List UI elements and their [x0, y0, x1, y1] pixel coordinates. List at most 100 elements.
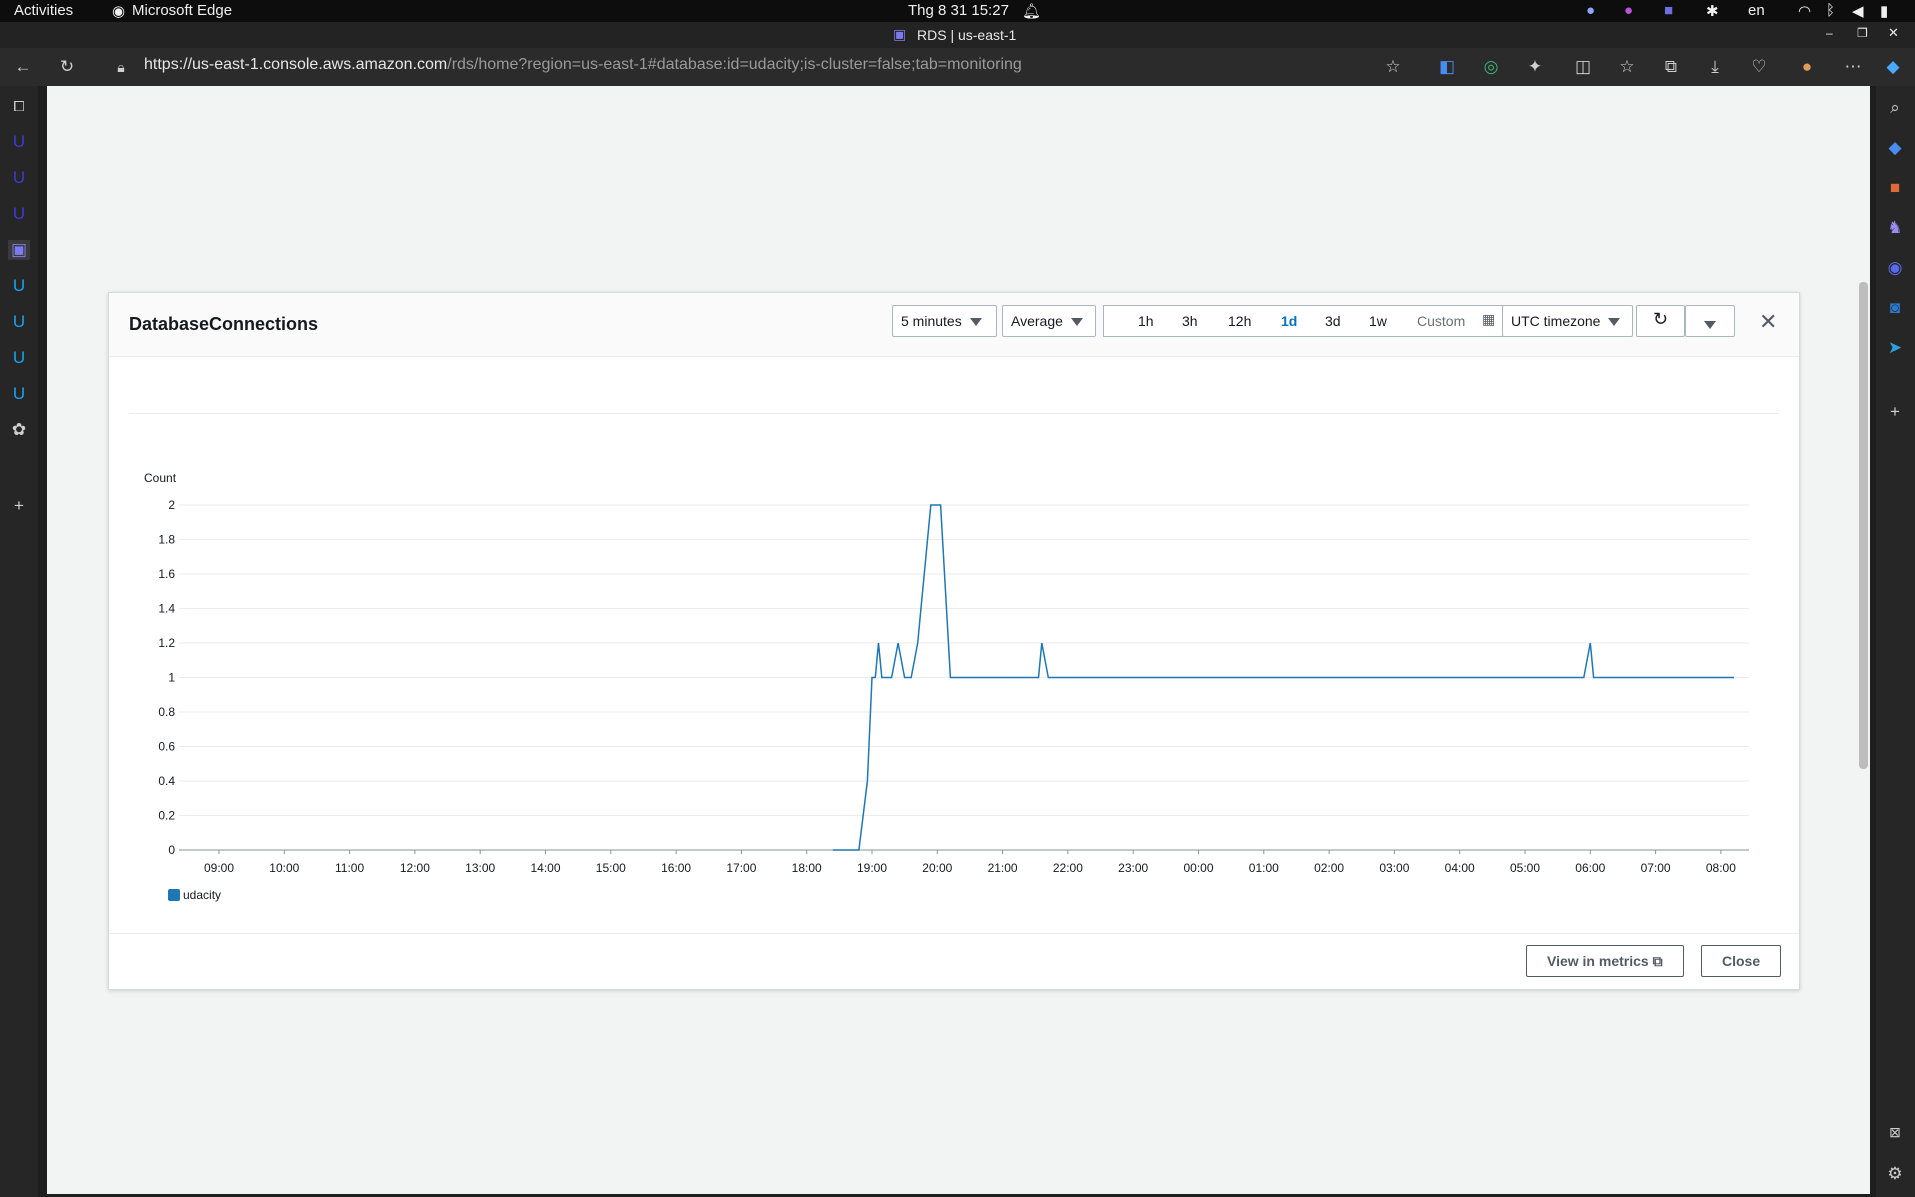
lock-icon[interactable]: 🔒︎ [110, 57, 132, 77]
address-bar-input[interactable]: https://us-east-1.console.aws.amazon.com… [144, 56, 1022, 74]
extension-icon[interactable]: ◎ [1480, 57, 1502, 77]
minimize-icon[interactable]: – [1826, 26, 1833, 40]
os-top-bar: Activities ◉ Microsoft Edge Thg 8 31 15:… [0, 0, 1915, 22]
url-path: /rds/home?region=us-east-1#database:id=u… [447, 56, 1022, 73]
add-sidebar-app-icon[interactable]: + [1884, 402, 1906, 422]
view-in-metrics-button[interactable]: View in metrics ⧉ [1526, 945, 1684, 977]
y-tick-label: 1.6 [158, 567, 175, 581]
y-tick-label: 0.8 [158, 705, 175, 719]
tools-icon[interactable]: ■ [1884, 178, 1906, 198]
x-tick-label: 21:00 [988, 861, 1018, 875]
url-host: https://us-east-1.console.aws.amazon.com [144, 56, 448, 73]
modal-footer-divider [109, 933, 1799, 934]
window-close-icon[interactable]: ✕ [1888, 25, 1899, 41]
battery-icon[interactable]: ▮ [1880, 2, 1888, 20]
tab-udacity-icon[interactable]: U [8, 204, 30, 224]
x-tick-label: 04:00 [1445, 861, 1475, 875]
x-tick-label: 05:00 [1510, 861, 1540, 875]
split-screen-icon[interactable]: ◫ [1572, 57, 1594, 77]
app-name: Microsoft Edge [132, 2, 233, 19]
rds-favicon-icon: ▣ [893, 26, 907, 42]
send-icon[interactable]: ➤ [1884, 338, 1906, 358]
x-tick-label: 03:00 [1379, 861, 1409, 875]
y-tick-label: 0.2 [158, 809, 175, 823]
tab-udacity-icon[interactable]: U [8, 132, 30, 152]
tab-udacity-icon[interactable]: U [8, 348, 30, 368]
y-tick-label: 0.6 [158, 740, 175, 754]
browser-essentials-icon[interactable]: ♡ [1748, 57, 1770, 77]
bell-icon: 🔔︎ [1022, 3, 1042, 20]
x-tick-label: 15:00 [596, 861, 626, 875]
slack-tray-icon[interactable]: ✱ [1706, 2, 1719, 20]
language-indicator[interactable]: en [1748, 2, 1765, 19]
activities-button[interactable]: Activities [14, 2, 73, 19]
line-chart: Count 0 0.2 0.4 0.6 0.8 1 1.2 1.4 1.6 1.8 2 09:00 1… [144, 471, 1749, 902]
window-title-bar: ▣ RDS | us-east-1 – ❐ ✕ [0, 22, 1915, 48]
tray-icon-2[interactable]: ● [1624, 2, 1633, 19]
x-tick-label: 06:00 [1575, 861, 1605, 875]
x-tick-label: 19:00 [857, 861, 887, 875]
bing-icon[interactable]: ◉ [1884, 258, 1906, 278]
close-label: Close [1722, 953, 1761, 969]
search-icon[interactable]: ⌕ [1884, 98, 1906, 118]
favorite-star-icon[interactable]: ☆ [1382, 57, 1404, 77]
x-tick-label: 10:00 [269, 861, 299, 875]
x-tick-label: 01:00 [1249, 861, 1279, 875]
maximize-icon[interactable]: ❐ [1857, 26, 1868, 40]
legend-swatch[interactable] [168, 889, 180, 901]
back-icon[interactable]: ← [12, 57, 34, 77]
settings-gear-icon[interactable]: ⚙ [1884, 1164, 1906, 1184]
volume-icon[interactable]: ◀ [1852, 2, 1864, 20]
y-axis-label: Count [144, 471, 177, 485]
series-line-udacity [832, 504, 1734, 851]
reload-icon[interactable]: ↻ [56, 57, 78, 77]
new-tab-icon[interactable]: + [8, 496, 30, 516]
edge-app-icon: ◉ [112, 3, 126, 20]
downloads-icon[interactable]: ⤓ [1704, 57, 1726, 77]
tab-udacity-icon[interactable]: U [8, 384, 30, 404]
close-button[interactable]: Close [1701, 945, 1782, 977]
x-tick-label: 23:00 [1118, 861, 1148, 875]
tray-icon-1[interactable]: ● [1586, 2, 1595, 19]
metric-modal: DatabaseConnections 5 minutes Average 1h… [108, 292, 1800, 990]
vertical-tabs: ⧠ U U U ▣ U U U U ✿ + [0, 86, 38, 1197]
tab-chatgpt-icon[interactable]: ✿ [8, 420, 30, 440]
tab-udacity-icon[interactable]: U [8, 312, 30, 332]
outlook-icon[interactable]: ◙ [1884, 298, 1906, 318]
x-tick-label: 09:00 [204, 861, 234, 875]
y-tick-label: 0 [168, 843, 175, 857]
x-tick-label: 12:00 [400, 861, 430, 875]
x-tick-label: 13:00 [465, 861, 495, 875]
extensions-puzzle-icon[interactable]: ✦ [1524, 57, 1546, 77]
wifi-icon[interactable]: ◠ [1798, 2, 1811, 20]
bluetooth-icon[interactable]: ᛒ [1826, 2, 1835, 19]
x-tick-label: 02:00 [1314, 861, 1344, 875]
copilot-icon[interactable]: ◆ [1882, 57, 1904, 77]
tab-udacity-icon[interactable]: U [8, 168, 30, 188]
edge-sidebar: ⌕ ◆ ■ ♞ ◉ ◙ ➤ + ⊠ ⚙ [1876, 86, 1915, 1197]
favorites-icon[interactable]: ☆ [1616, 57, 1638, 77]
shopping-icon[interactable]: ◆ [1884, 138, 1906, 158]
x-tick-label: 20:00 [922, 861, 952, 875]
games-icon[interactable]: ♞ [1884, 218, 1906, 238]
more-menu-icon[interactable]: ⋯ [1842, 57, 1864, 77]
clock[interactable]: Thg 8 31 15:27 [908, 2, 1009, 19]
x-tick-label: 16:00 [661, 861, 691, 875]
hide-sidebar-icon[interactable]: ⊠ [1884, 1122, 1906, 1142]
translate-icon[interactable]: ◧ [1436, 57, 1458, 77]
tab-actions-icon[interactable]: ⧠ [8, 96, 30, 116]
collections-icon[interactable]: ⧉ [1660, 57, 1682, 77]
x-tick-label: 00:00 [1183, 861, 1213, 875]
legend-label[interactable]: udacity [183, 888, 221, 902]
teams-tray-icon[interactable]: ■ [1664, 2, 1673, 19]
y-tick-label: 1.4 [158, 602, 175, 616]
y-tick-label: 1 [168, 671, 175, 685]
profile-avatar-icon[interactable]: ● [1796, 57, 1818, 77]
page-scrollbar[interactable] [1859, 282, 1868, 769]
tab-rds-icon[interactable]: ▣ [8, 240, 30, 260]
y-tick-label: 1.8 [158, 533, 175, 547]
x-tick-label: 17:00 [726, 861, 756, 875]
x-tick-label: 08:00 [1706, 861, 1736, 875]
tab-udacity-icon[interactable]: U [8, 276, 30, 296]
x-tick-label: 14:00 [530, 861, 560, 875]
